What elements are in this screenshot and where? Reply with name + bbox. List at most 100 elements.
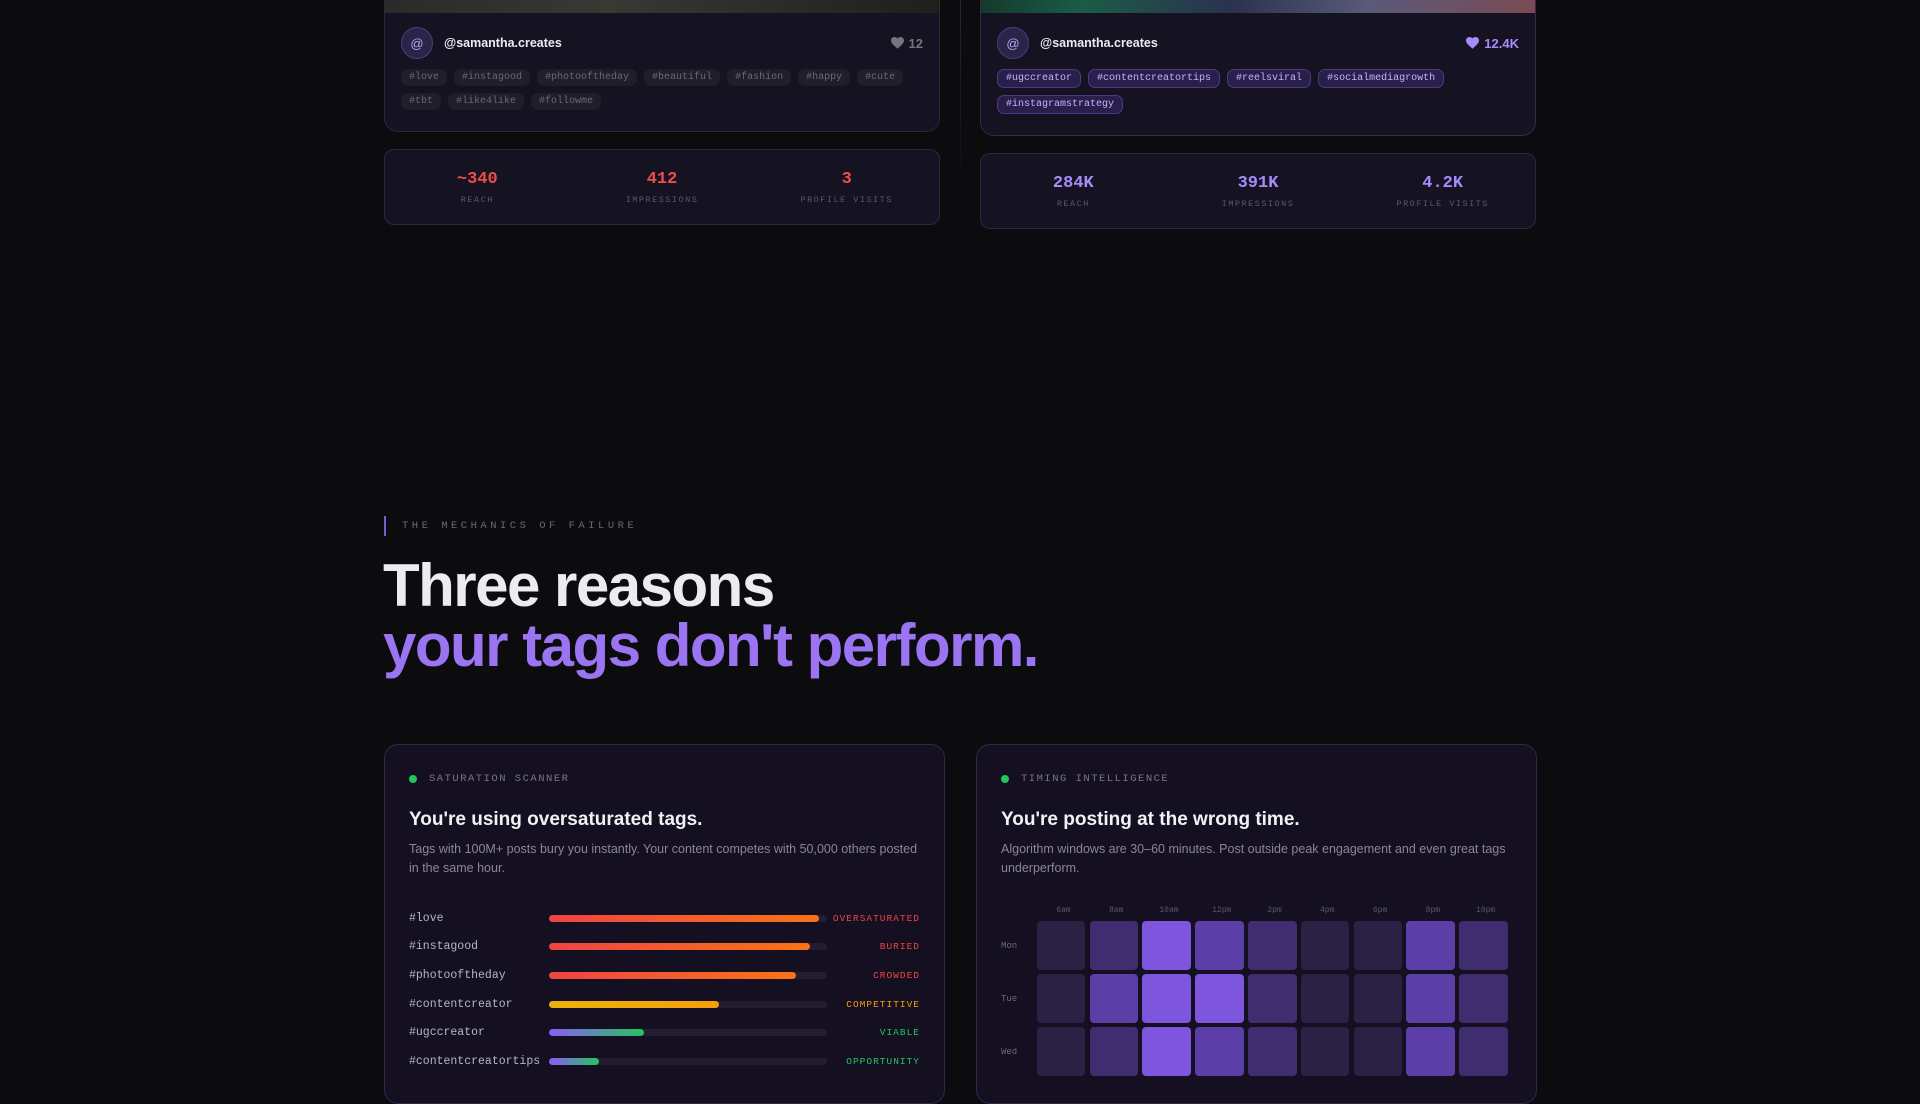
saturation-bar-fill	[549, 1029, 644, 1037]
heatmap-cell[interactable]	[1195, 921, 1244, 970]
heatmap-cell[interactable]	[1300, 921, 1350, 970]
saturation-tag: #instagood	[409, 940, 479, 954]
hashtag-chip[interactable]: #reelsviral	[1227, 69, 1312, 88]
heatmap-cell[interactable]	[1036, 974, 1086, 1023]
heatmap-row: Tue	[1001, 974, 1512, 1023]
hashtag-list: #love #instagood #photooftheday #beautiful #…	[385, 59, 939, 110]
heatmap-cell[interactable]	[1406, 974, 1456, 1023]
heatmap-cell[interactable]	[1300, 1027, 1350, 1076]
like-count-value: 12	[908, 35, 923, 51]
comparison-divider	[960, 0, 961, 190]
heatmap-cell[interactable]	[1089, 1027, 1139, 1076]
saturation-status: BURIED	[879, 941, 920, 953]
saturation-tag: #contentcreatortips	[409, 1054, 541, 1068]
saturation-bar-track	[549, 1057, 827, 1065]
heatmap-row: Wed	[1001, 1027, 1512, 1076]
stat-item: 412 IMPRESSIONS	[570, 170, 755, 205]
saturation-tag: #contentcreator	[409, 997, 513, 1011]
heatmap-cell[interactable]	[1353, 921, 1403, 970]
heatmap-cell[interactable]	[1300, 974, 1350, 1023]
heatmap-cell[interactable]	[1089, 974, 1139, 1023]
card-description: Algorithm windows are 30–60 minutes. Pos…	[1001, 842, 1506, 875]
hashtag-chip[interactable]: #like4like	[448, 93, 525, 110]
hashtag-chip[interactable]: #tbt	[401, 93, 442, 110]
avatar: @	[401, 27, 433, 59]
saturation-bar-track	[549, 943, 827, 951]
hashtag-chip[interactable]: #followme	[531, 93, 602, 110]
hashtag-chip[interactable]: #fashion	[727, 69, 792, 86]
heatmap-cell[interactable]	[1459, 921, 1508, 970]
saturation-tag: #love	[409, 911, 444, 925]
saturation-bar-track	[549, 914, 827, 922]
hashtag-chip[interactable]: #photooftheday	[537, 69, 638, 86]
heatmap-cell[interactable]	[1406, 1027, 1456, 1076]
heatmap-cell[interactable]	[1247, 921, 1297, 970]
hashtag-chip[interactable]: #instagramstrategy	[997, 95, 1124, 114]
stats-panel-bad: ~340 REACH 412 IMPRESSIONS 3 PROFILE VISITS	[384, 149, 940, 225]
heart-icon	[890, 37, 904, 49]
heatmap-cell[interactable]	[1353, 1027, 1403, 1076]
hashtag-chip[interactable]: #instagood	[454, 69, 531, 86]
heatmap-cell[interactable]	[1406, 921, 1456, 970]
card-eyebrow: TIMING INTELLIGENCE	[1001, 773, 1512, 785]
saturation-bar-track	[549, 971, 827, 979]
card-eyebrow-label: SATURATION SCANNER	[429, 773, 570, 785]
heatmap-hour-labels: 6am 8am 10am 12pm 2pm 4pm 6pm 8pm 10pm	[1001, 906, 1512, 915]
heatmap-hour-label: 10am	[1159, 906, 1179, 915]
heatmap-cell[interactable]	[1089, 921, 1139, 970]
heatmap-cell[interactable]	[1195, 974, 1244, 1023]
heatmap-cell[interactable]	[1036, 921, 1086, 970]
timing-intelligence-card: TIMING INTELLIGENCE You're posting at th…	[976, 744, 1537, 1104]
stat-item: 391K IMPRESSIONS	[1166, 174, 1351, 209]
saturation-row: #ugccreator VIABLE	[409, 1018, 920, 1047]
heatmap-day-label: Tue	[1001, 993, 1018, 1004]
heatmap-cell[interactable]	[1353, 974, 1403, 1023]
heatmap-hour-label: 6am	[1056, 906, 1071, 915]
status-dot-icon	[409, 775, 417, 783]
stat-label: REACH	[460, 194, 494, 205]
heatmap-hour-label: 10pm	[1476, 906, 1496, 915]
post-media	[385, 0, 939, 13]
username: @samantha.creates	[444, 36, 562, 50]
heatmap-cell[interactable]	[1247, 1027, 1297, 1076]
stat-value: 3	[841, 169, 852, 189]
saturation-status: VIABLE	[879, 1027, 920, 1039]
card-description: Tags with 100M+ posts bury you instantly…	[409, 842, 918, 875]
heatmap-cell[interactable]	[1142, 921, 1191, 970]
saturation-tag: #ugccreator	[409, 1026, 485, 1040]
stat-value: 4.2K	[1422, 173, 1464, 193]
saturation-row: #instagood BURIED	[409, 933, 920, 962]
hashtag-chip[interactable]: #ugccreator	[997, 69, 1082, 88]
card-title: You're using oversaturated tags.	[409, 809, 703, 830]
post-preview-bad: @ @samantha.creates 12 #love #instagood #p…	[384, 0, 940, 132]
saturation-list: #love OVERSATURATED #instagood BURIED #photo…	[409, 904, 920, 1076]
stat-item: 284K REACH	[981, 174, 1166, 209]
hashtag-chip[interactable]: #beautiful	[644, 69, 721, 86]
hashtag-list: #ugccreator #contentcreatortips #reelsvira…	[981, 59, 1535, 114]
heatmap-hour-label: 6pm	[1372, 906, 1388, 915]
heatmap-hour-label: 12pm	[1212, 906, 1232, 915]
hashtag-chip[interactable]: #love	[401, 69, 448, 86]
hashtag-chip[interactable]: #contentcreatortips	[1088, 69, 1221, 88]
saturation-row: #contentcreatortips OPPORTUNITY	[409, 1047, 920, 1076]
post-preview-good: @ @samantha.creates 12.4K #ugccreator #co…	[980, 0, 1536, 136]
saturation-row: #photooftheday CROWDED	[409, 961, 920, 990]
heatmap-cell[interactable]	[1195, 1027, 1244, 1076]
username: @samantha.creates	[1040, 36, 1158, 50]
saturation-bar-track	[549, 1000, 827, 1008]
like-count: 12.4K	[1466, 36, 1519, 51]
section-headline: Three reasons your tags don't perform.	[383, 556, 1039, 676]
stats-panel-good: 284K REACH 391K IMPRESSIONS 4.2K PROFILE VISI…	[980, 153, 1536, 229]
hashtag-chip[interactable]: #socialmediagrowth	[1318, 69, 1445, 88]
status-dot-icon	[1001, 775, 1009, 783]
heatmap-cell[interactable]	[1247, 974, 1297, 1023]
heatmap-cell[interactable]	[1459, 1027, 1508, 1076]
heatmap-cell[interactable]	[1459, 974, 1508, 1023]
heatmap-cell[interactable]	[1036, 1027, 1086, 1076]
hashtag-chip[interactable]: #cute	[857, 69, 904, 86]
saturation-bar-fill	[549, 943, 811, 951]
saturation-bar-fill	[549, 971, 797, 979]
heatmap-cell[interactable]	[1142, 974, 1191, 1023]
hashtag-chip[interactable]: #happy	[798, 69, 851, 86]
heatmap-cell[interactable]	[1142, 1027, 1191, 1076]
